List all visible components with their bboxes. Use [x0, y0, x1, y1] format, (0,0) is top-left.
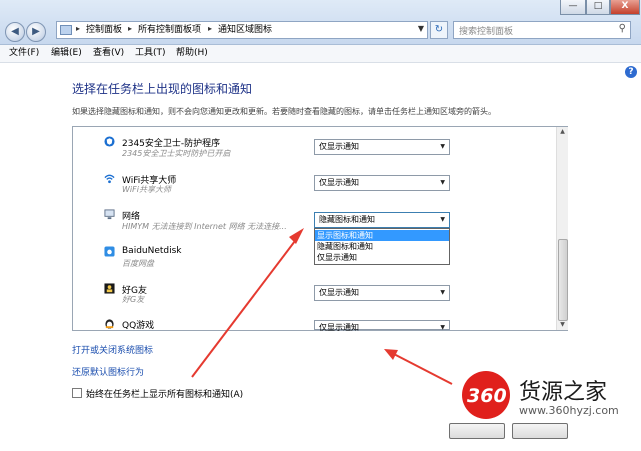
watermark-number: 360	[467, 385, 507, 407]
arrow-to-dropdown-icon	[191, 228, 304, 378]
watermark-text: 货源之家	[519, 380, 608, 405]
watermark-url: www.360hyzj.com	[519, 404, 619, 417]
arrow-to-logo-icon	[384, 349, 453, 385]
